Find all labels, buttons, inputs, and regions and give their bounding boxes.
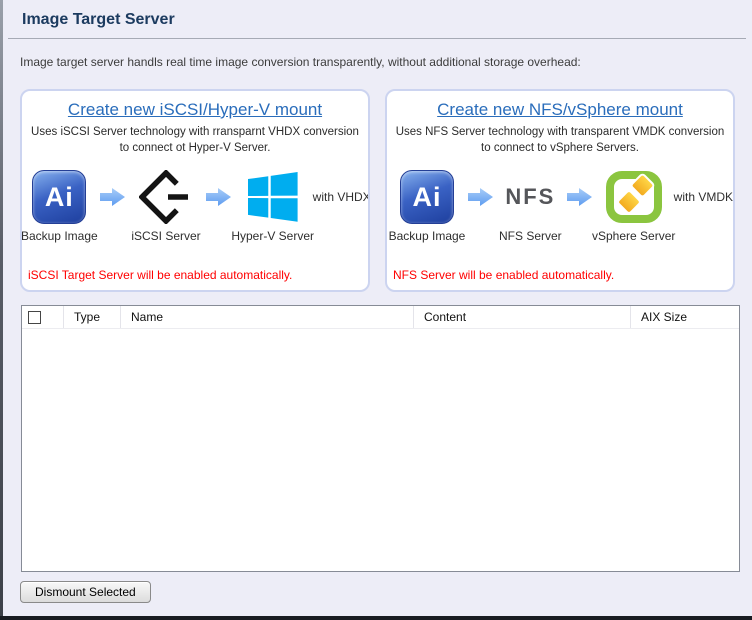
step-label: Backup Image (389, 229, 466, 243)
window-bottom-edge (0, 616, 752, 620)
ai-backup-icon: Ai (32, 170, 86, 224)
vhdx-annotation: with VHDX (313, 168, 370, 226)
iscsi-server-step: iSCSI Server (131, 168, 200, 243)
select-all-checkbox[interactable] (28, 311, 41, 324)
image-target-server-page: Image Target Server Image target server … (3, 0, 752, 616)
column-header-content[interactable]: Content (414, 306, 631, 328)
iscsi-desc-line2: to connect ot Hyper-V Server. (120, 142, 271, 154)
nfs-auto-enable-note: NFS Server will be enabled automatically… (393, 268, 733, 282)
iscsi-auto-enable-note: iSCSI Target Server will be enabled auto… (28, 268, 368, 282)
create-nfs-mount-link[interactable]: Create new NFS/vSphere mount (387, 100, 733, 120)
page-subtitle: Image target server handls real time ima… (20, 55, 752, 69)
page-title: Image Target Server (22, 11, 752, 29)
backup-image-step: Ai Backup Image (23, 168, 95, 243)
nfs-desc-line1: Uses NFS Server technology with transpar… (396, 126, 725, 138)
vsphere-server-step: vSphere Server (598, 168, 670, 243)
mount-option-panels: Create new iSCSI/Hyper-V mount Uses iSCS… (20, 89, 738, 292)
windows-icon (248, 172, 298, 222)
hyperv-server-step: Hyper-V Server (237, 168, 309, 243)
column-header-aix-size[interactable]: AIX Size (631, 306, 739, 328)
arrow-right-icon (206, 168, 232, 226)
column-header-name[interactable]: Name (121, 306, 414, 328)
vsphere-icon (606, 171, 662, 223)
step-label: Hyper-V Server (231, 229, 314, 243)
window-left-edge (0, 0, 3, 620)
dismount-selected-button[interactable]: Dismount Selected (20, 581, 151, 603)
step-label: iSCSI Server (131, 229, 200, 243)
step-label: NFS Server (499, 229, 562, 243)
create-iscsi-mount-link[interactable]: Create new iSCSI/Hyper-V mount (22, 100, 368, 120)
arrow-right-icon (468, 168, 494, 226)
nfs-desc-line2: to connect to vSphere Servers. (481, 142, 639, 154)
iscsi-desc-line1: Uses iSCSI Server technology with rransp… (31, 126, 359, 138)
nfs-panel-description: Uses NFS Server technology with transpar… (387, 125, 733, 156)
table-header-row: Type Name Content AIX Size (22, 306, 739, 329)
column-header-type[interactable]: Type (64, 306, 121, 328)
iscsi-target-icon (139, 170, 193, 224)
backup-image-step: Ai Backup Image (391, 168, 463, 243)
nfs-server-step: NFS NFS Server (499, 168, 562, 243)
arrow-right-icon (100, 168, 126, 226)
ai-backup-icon: Ai (400, 170, 454, 224)
nfs-text-icon: NFS (505, 184, 555, 210)
step-label: vSphere Server (592, 229, 675, 243)
select-all-cell (22, 306, 64, 328)
iscsi-flow-diagram: Ai Backup Image iSCSI Server (22, 168, 368, 243)
title-divider (8, 38, 746, 39)
mounted-images-table: Type Name Content AIX Size (21, 305, 740, 572)
nfs-vsphere-panel: Create new NFS/vSphere mount Uses NFS Se… (385, 89, 735, 292)
nfs-flow-diagram: Ai Backup Image NFS NFS Server (387, 168, 733, 243)
iscsi-panel-description: Uses iSCSI Server technology with rransp… (22, 125, 368, 156)
arrow-right-icon (567, 168, 593, 226)
iscsi-hyperv-panel: Create new iSCSI/Hyper-V mount Uses iSCS… (20, 89, 370, 292)
step-label: Backup Image (21, 229, 98, 243)
table-body-empty (22, 329, 739, 571)
vmdk-annotation: with VMDK (674, 168, 733, 226)
